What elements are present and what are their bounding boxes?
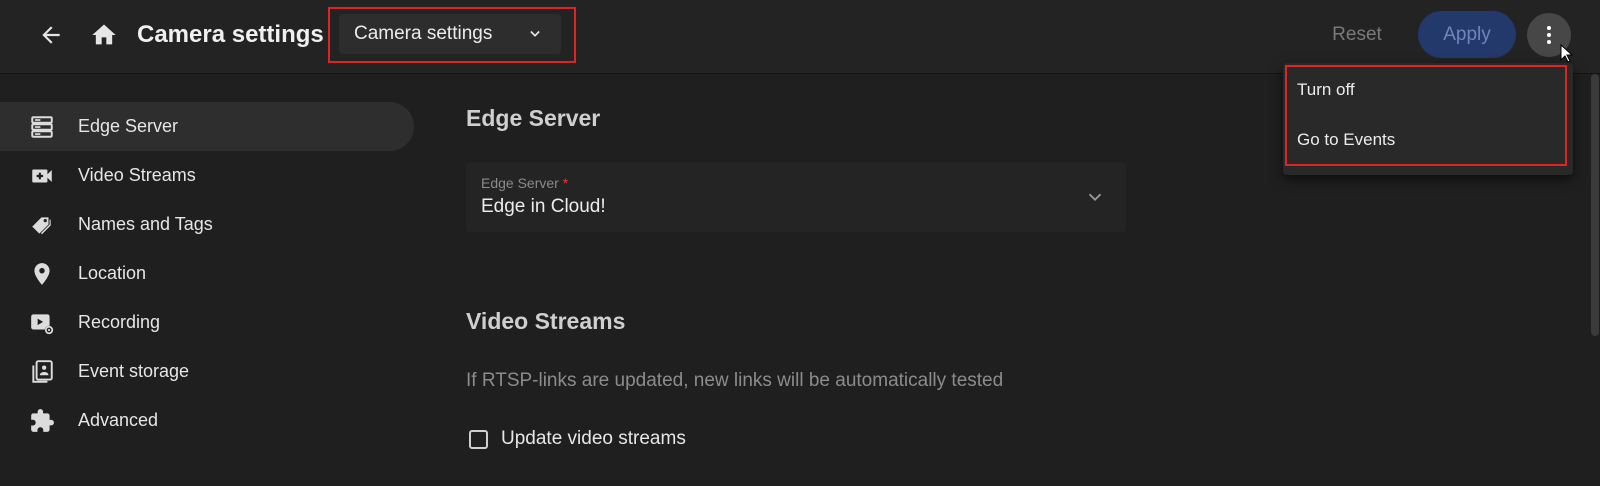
sidebar-item-names-and-tags[interactable]: Names and Tags: [0, 200, 414, 249]
chevron-down-icon: [1088, 193, 1102, 202]
reset-button[interactable]: Reset: [1320, 20, 1394, 50]
edge-server-field-label: Edge Server *: [481, 175, 569, 191]
apply-button[interactable]: Apply: [1418, 11, 1516, 58]
recording-settings-icon: [28, 309, 56, 337]
menu-item-turn-off[interactable]: Turn off: [1283, 66, 1573, 114]
puzzle-icon: [28, 407, 56, 435]
sidebar-item-label: Edge Server: [78, 116, 179, 136]
sidebar-item-label: Advanced: [78, 410, 159, 430]
checkbox-label: Update video streams: [501, 428, 686, 449]
mouse-cursor-icon: [1560, 44, 1574, 63]
event-storage-icon: [28, 358, 56, 386]
sidebar-item-recording[interactable]: Recording: [0, 298, 414, 347]
sidebar-item-location[interactable]: Location: [0, 249, 414, 298]
sidebar-item-label: Video Streams: [78, 165, 196, 185]
edge-server-section-title: Edge Server: [466, 105, 601, 131]
video-streams-section-title: Video Streams: [466, 308, 626, 334]
sidebar-item-label: Location: [78, 263, 147, 283]
back-button[interactable]: [34, 18, 68, 52]
more-options-menu: Turn off Go to Events: [1283, 63, 1573, 175]
checkbox-box[interactable]: [469, 429, 488, 449]
tags-icon: [28, 211, 56, 239]
page-title: Camera settings: [137, 21, 324, 48]
sidebar-item-label: Names and Tags: [78, 214, 213, 234]
server-icon: [28, 113, 56, 141]
home-icon[interactable]: [88, 19, 120, 51]
rtsp-hint-text: If RTSP-links are updated, new links wil…: [466, 370, 1004, 391]
sidebar-item-advanced[interactable]: Advanced: [0, 396, 414, 445]
menu-item-go-to-events[interactable]: Go to Events: [1283, 116, 1573, 164]
location-pin-icon: [28, 260, 56, 288]
scrollbar-thumb[interactable]: [1591, 74, 1599, 336]
edge-server-select[interactable]: Edge Server * Edge in Cloud!: [466, 162, 1126, 232]
required-mark: *: [562, 175, 569, 191]
update-video-streams-checkbox[interactable]: Update video streams: [466, 426, 686, 452]
edge-server-field-value: Edge in Cloud!: [481, 196, 606, 217]
sidebar-item-label: Recording: [78, 312, 161, 332]
sidebar-item-label: Event storage: [78, 361, 190, 381]
sidebar-item-edge-server[interactable]: Edge Server: [0, 102, 414, 151]
video-add-icon: [28, 162, 56, 190]
sidebar-item-video-streams[interactable]: Video Streams: [0, 151, 414, 200]
sidebar-nav: Edge Server Video Streams Names and Tags…: [0, 102, 414, 445]
more-vertical-icon: [1547, 26, 1551, 44]
sidebar-item-event-storage[interactable]: Event storage: [0, 347, 414, 396]
arrow-left-icon: [42, 26, 60, 44]
section-dropdown-highlight: [328, 7, 576, 63]
